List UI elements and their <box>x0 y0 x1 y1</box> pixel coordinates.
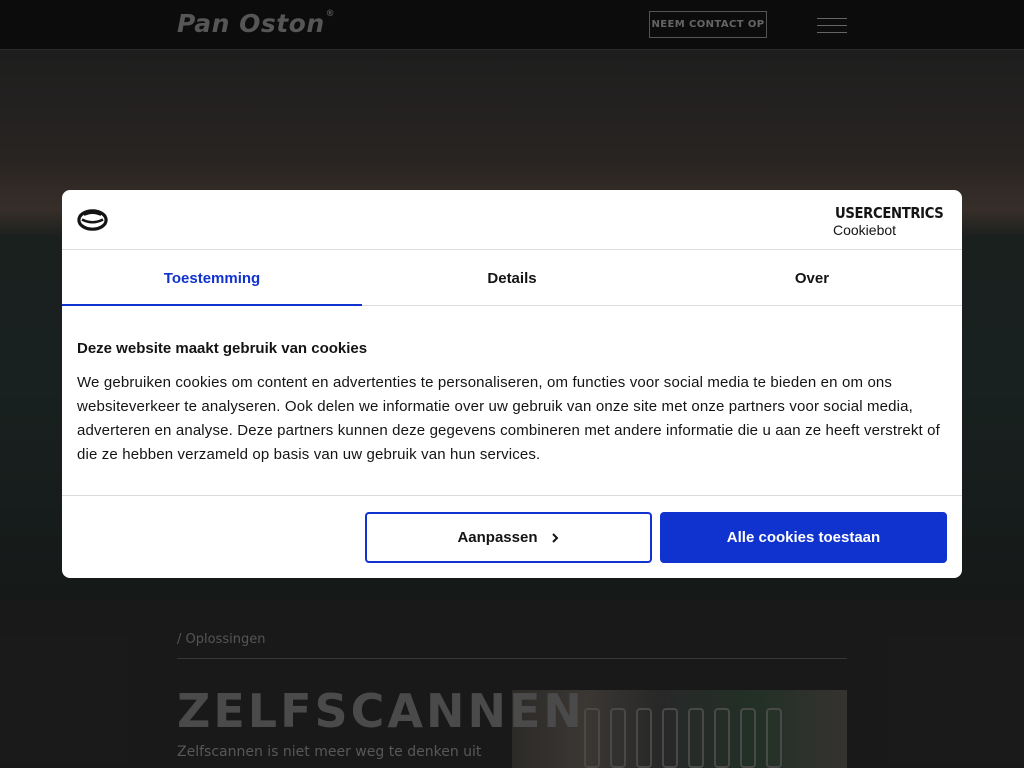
cookie-consent-dialog: USERCENTRICS Cookiebot Toestemming Detai… <box>62 190 962 578</box>
dialog-tabs: Toestemming Details Over <box>62 251 962 306</box>
customize-button-label: Aanpassen <box>457 529 538 546</box>
dialog-header: USERCENTRICS Cookiebot <box>62 190 962 250</box>
chevron-right-icon <box>551 532 558 543</box>
dialog-title: Deze website maakt gebruik van cookies <box>77 340 368 357</box>
customize-button[interactable]: Aanpassen <box>365 512 652 563</box>
dialog-footer: Aanpassen Alle cookies toestaan <box>62 495 962 578</box>
tab-over[interactable]: Over <box>662 251 962 306</box>
dialog-body: Deze website maakt gebruik van cookies W… <box>77 340 947 467</box>
cookiebot-logo-icon <box>77 209 108 231</box>
active-tab-indicator <box>62 304 362 306</box>
allow-all-cookies-button[interactable]: Alle cookies toestaan <box>660 512 947 563</box>
brand-subtitle: Cookiebot <box>833 222 897 238</box>
tab-details[interactable]: Details <box>362 251 662 306</box>
tab-toestemming[interactable]: Toestemming <box>62 251 362 306</box>
dialog-text: We gebruiken cookies om content en adver… <box>77 374 940 463</box>
brand-name: USERCENTRICS <box>835 204 944 222</box>
usercentrics-brand[interactable]: USERCENTRICS Cookiebot <box>833 204 949 238</box>
